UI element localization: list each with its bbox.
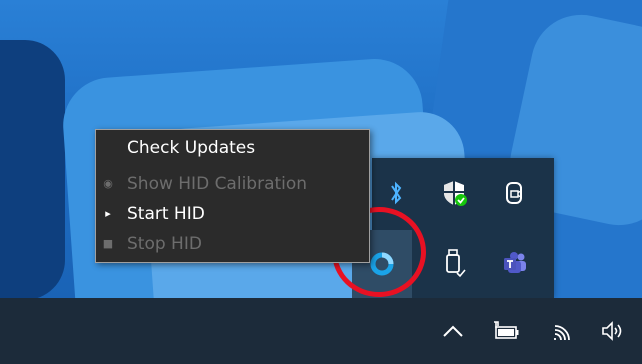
menu-item-label: Show HID Calibration	[127, 174, 308, 194]
menu-item-show-hid-calibration[interactable]: ◉ Show HID Calibration	[96, 170, 369, 198]
menu-item-stop-hid[interactable]: ■ Stop HID	[96, 230, 369, 258]
meet-now-icon[interactable]	[485, 163, 545, 223]
taskbar	[0, 298, 642, 364]
menu-item-label: Check Updates	[127, 138, 256, 158]
radio-dot-icon: ◉	[103, 177, 113, 190]
teams-icon[interactable]	[485, 233, 545, 293]
menu-item-label: Start HID	[127, 204, 205, 224]
wallpaper-shape	[0, 40, 65, 298]
play-arrow-icon: ▸	[105, 207, 111, 220]
menu-item-label: Stop HID	[127, 234, 202, 254]
usb-eject-icon[interactable]	[425, 233, 485, 293]
wifi-icon[interactable]	[542, 298, 584, 364]
stop-square-icon: ■	[102, 237, 114, 250]
battery-icon[interactable]	[484, 298, 526, 364]
menu-item-check-updates[interactable]: Check Updates	[96, 134, 369, 162]
chevron-up-icon[interactable]	[432, 298, 474, 364]
windows-security-icon[interactable]	[425, 163, 485, 223]
menu-item-start-hid[interactable]: ▸ Start HID	[96, 200, 369, 228]
volume-icon[interactable]	[592, 298, 634, 364]
context-menu: Check Updates ◉ Show HID Calibration ▸ S…	[95, 129, 370, 263]
